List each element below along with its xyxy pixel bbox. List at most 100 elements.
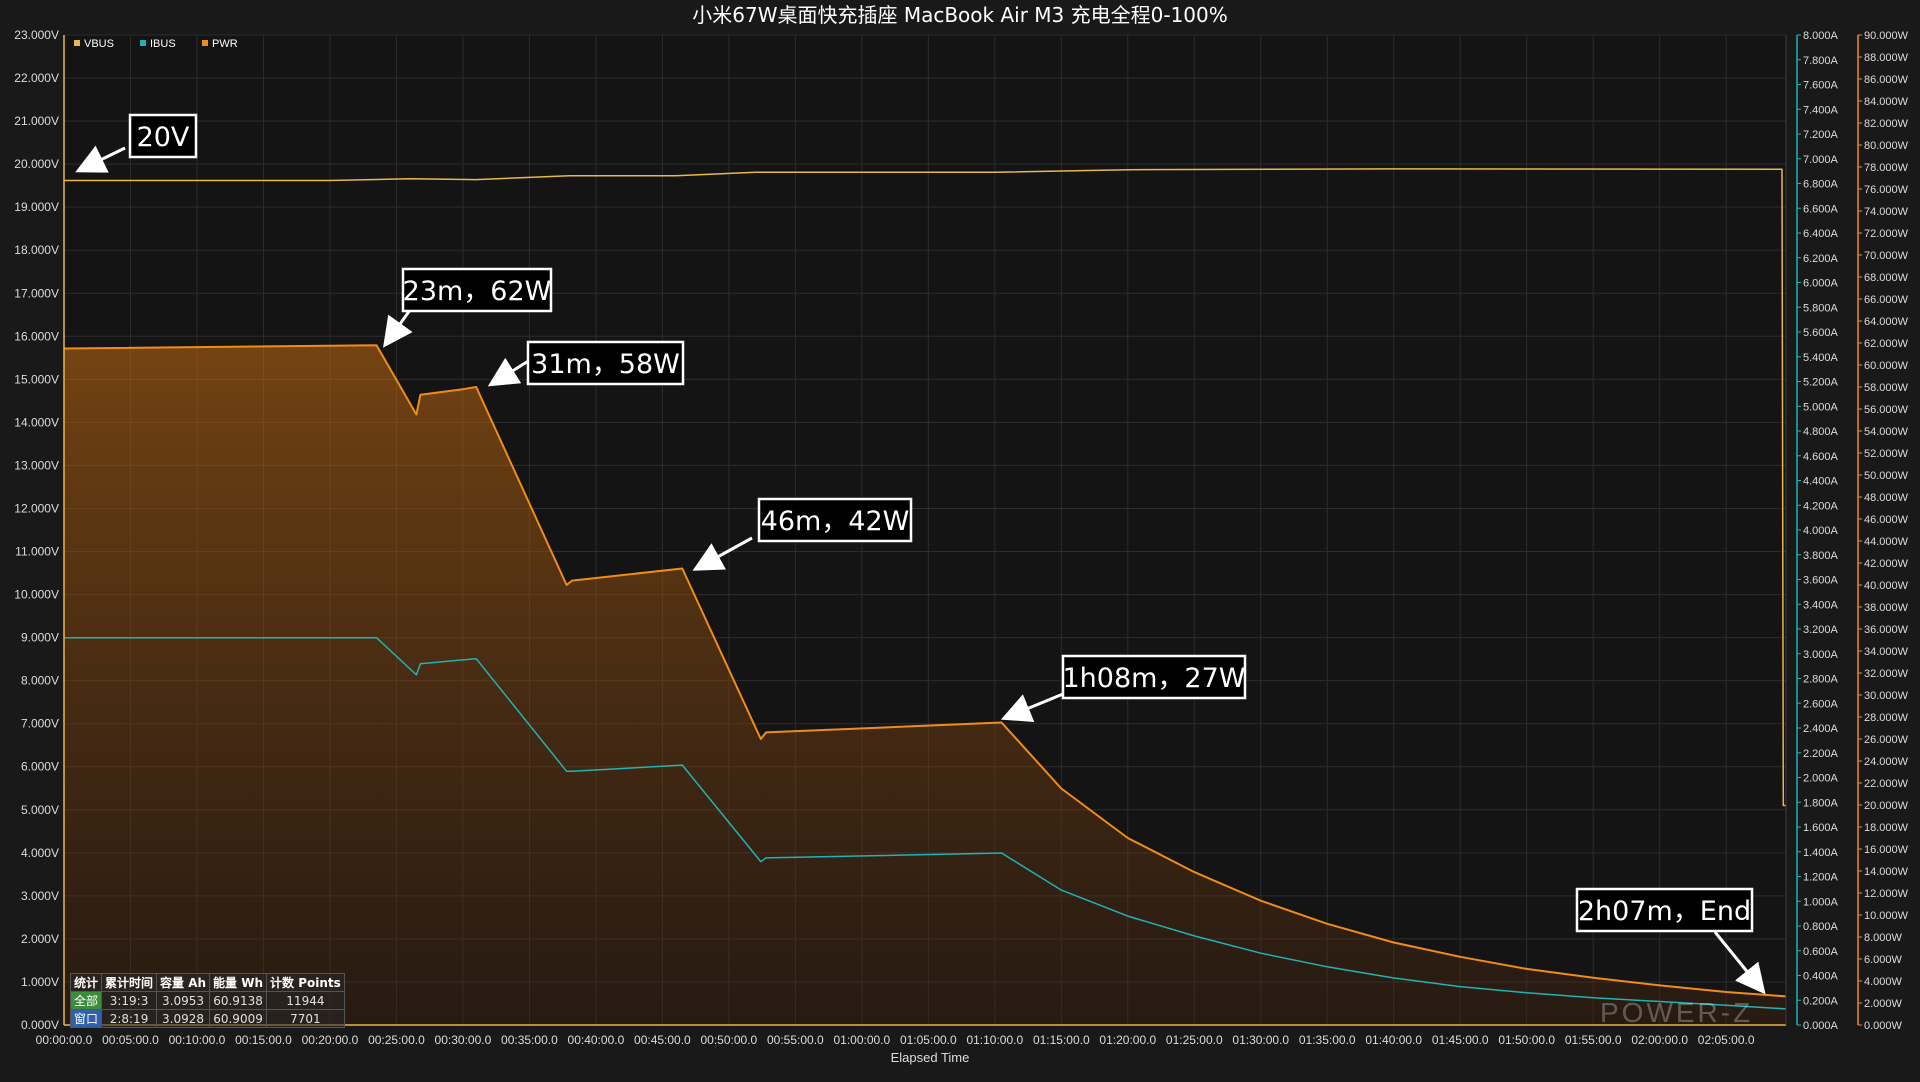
stats-cell: 60.9009	[209, 1009, 268, 1028]
x-tick-label: 00:45:00.0	[634, 1033, 691, 1047]
y-mid-tick-label: 7.800A	[1803, 55, 1839, 67]
x-tick-label: 00:50:00.0	[701, 1033, 758, 1047]
stats-header: 容量 Ah	[156, 973, 211, 992]
y-left-tick-label: 6.000V	[21, 760, 59, 774]
x-tick-label: 02:00:00.0	[1631, 1033, 1688, 1047]
x-tick-label: 01:35:00.0	[1299, 1033, 1356, 1047]
y-right-tick-label: 84.000W	[1864, 96, 1909, 108]
y-mid-tick-label: 5.400A	[1803, 352, 1839, 364]
y-right-tick-label: 26.000W	[1864, 734, 1909, 746]
x-tick-label: 02:05:00.0	[1698, 1033, 1755, 1047]
stats-header-row: 统计 累计时间 容量 Ah 能量 Wh 计数 Points	[69, 973, 345, 992]
y-right-tick-label: 24.000W	[1864, 756, 1909, 768]
x-tick-label: 00:30:00.0	[435, 1033, 492, 1047]
y-right-tick-label: 34.000W	[1864, 646, 1909, 658]
y-right-tick-label: 56.000W	[1864, 404, 1909, 416]
y-right-tick-label: 80.000W	[1864, 140, 1909, 152]
legend-label-vbus: VBUS	[84, 38, 114, 50]
y-left-tick-label: 1.000V	[21, 975, 59, 989]
x-tick-label: 01:45:00.0	[1432, 1033, 1489, 1047]
y-right-tick-label: 76.000W	[1864, 184, 1909, 196]
stats-cell: 2:8:19	[101, 1009, 158, 1028]
y-mid-tick-label: 5.600A	[1803, 327, 1839, 339]
y-right-tick-label: 58.000W	[1864, 382, 1909, 394]
x-tick-label: 00:40:00.0	[568, 1033, 625, 1047]
y-mid-tick-label: 6.600A	[1803, 203, 1839, 215]
stats-cell: 3:19:3	[101, 991, 158, 1010]
y-mid-tick-label: 4.000A	[1803, 525, 1839, 537]
x-tick-label: 01:55:00.0	[1565, 1033, 1622, 1047]
y-right-tick-label: 62.000W	[1864, 338, 1909, 350]
y-mid-tick-label: 3.200A	[1803, 624, 1839, 636]
y-left-tick-label: 8.000V	[21, 674, 59, 688]
y-right-tick-label: 0.000W	[1864, 1020, 1903, 1032]
y-right-tick-label: 86.000W	[1864, 74, 1909, 86]
x-tick-label: 01:30:00.0	[1232, 1033, 1289, 1047]
y-right-tick-label: 6.000W	[1864, 954, 1903, 966]
y-left-tick-label: 4.000V	[21, 846, 59, 860]
y-mid-tick-label: 1.000A	[1803, 896, 1839, 908]
x-tick-label: 00:05:00.0	[102, 1033, 159, 1047]
stats-header: 统计	[69, 973, 103, 992]
y-mid-tick-label: 0.000A	[1803, 1020, 1839, 1032]
y-mid-tick-label: 3.600A	[1803, 575, 1839, 587]
y-right-tick-label: 20.000W	[1864, 800, 1909, 812]
y-mid-tick-label: 5.200A	[1803, 377, 1839, 389]
y-right-tick-label: 54.000W	[1864, 426, 1909, 438]
annotation-label: 31m，58W	[531, 349, 680, 380]
y-left-tick-label: 22.000V	[14, 71, 59, 85]
x-tick-label: 01:20:00.0	[1099, 1033, 1156, 1047]
y-right-tick-label: 18.000W	[1864, 822, 1909, 834]
y-mid-tick-label: 2.600A	[1803, 698, 1839, 710]
stats-cell: 7701	[266, 1009, 345, 1028]
stats-table: 统计 累计时间 容量 Ah 能量 Wh 计数 Points 全部 3:19:3 …	[69, 973, 345, 1028]
legend-label-ibus: IBUS	[150, 38, 176, 50]
y-right-tick-label: 48.000W	[1864, 492, 1909, 504]
y-mid-tick-label: 0.400A	[1803, 971, 1839, 983]
chart-title: 小米67W桌面快充插座 MacBook Air M3 充电全程0-100%	[692, 3, 1228, 27]
y-mid-tick-label: 3.800A	[1803, 550, 1839, 562]
y-left-tick-label: 5.000V	[21, 803, 59, 817]
y-mid-tick-label: 2.800A	[1803, 674, 1839, 686]
y-left-tick-label: 15.000V	[14, 372, 59, 386]
stats-cell: 3.0928	[156, 1009, 211, 1028]
y-right-tick-label: 70.000W	[1864, 250, 1909, 262]
y-left-tick-label: 17.000V	[14, 286, 59, 300]
x-tick-label: 00:25:00.0	[368, 1033, 425, 1047]
y-mid-tick-label: 1.600A	[1803, 822, 1839, 834]
y-right-tick-label: 30.000W	[1864, 690, 1909, 702]
annotation-label: 2h07m，End	[1578, 896, 1751, 927]
y-mid-tick-label: 1.800A	[1803, 797, 1839, 809]
y-left-tick-label: 19.000V	[14, 200, 59, 214]
x-tick-label: 01:00:00.0	[833, 1033, 890, 1047]
y-left-tick-label: 2.000V	[21, 932, 59, 946]
y-right-tick-label: 66.000W	[1864, 294, 1909, 306]
y-mid-tick-label: 0.200A	[1803, 995, 1839, 1007]
y-left-tick-label: 18.000V	[14, 243, 59, 257]
y-right-tick-label: 22.000W	[1864, 778, 1909, 790]
y-right-tick-label: 46.000W	[1864, 514, 1909, 526]
annotation-label: 46m，42W	[761, 506, 910, 537]
y-left-tick-label: 23.000V	[14, 28, 59, 42]
y-left-tick-label: 13.000V	[14, 458, 59, 472]
y-right-tick-label: 10.000W	[1864, 910, 1909, 922]
stats-cell: 60.9138	[209, 991, 268, 1010]
y-left-tick-label: 14.000V	[14, 415, 59, 429]
y-left-tick-label: 3.000V	[21, 889, 59, 903]
y-right-tick-label: 8.000W	[1864, 932, 1903, 944]
stats-header: 能量 Wh	[209, 973, 268, 992]
y-right-tick-label: 40.000W	[1864, 580, 1909, 592]
y-mid-tick-label: 6.400A	[1803, 228, 1839, 240]
y-right-tick-label: 72.000W	[1864, 228, 1909, 240]
x-tick-label: 00:10:00.0	[169, 1033, 226, 1047]
x-tick-label: 01:10:00.0	[966, 1033, 1023, 1047]
x-tick-label: 01:25:00.0	[1166, 1033, 1223, 1047]
stats-cell: 全部	[69, 991, 103, 1010]
y-mid-tick-label: 0.800A	[1803, 921, 1839, 933]
x-tick-label: 00:20:00.0	[302, 1033, 359, 1047]
y-right-tick-label: 42.000W	[1864, 558, 1909, 570]
x-tick-label: 01:50:00.0	[1498, 1033, 1555, 1047]
y-right-tick-label: 12.000W	[1864, 888, 1909, 900]
annotation-label: 23m，62W	[403, 276, 552, 307]
y-mid-tick-label: 5.000A	[1803, 401, 1839, 413]
